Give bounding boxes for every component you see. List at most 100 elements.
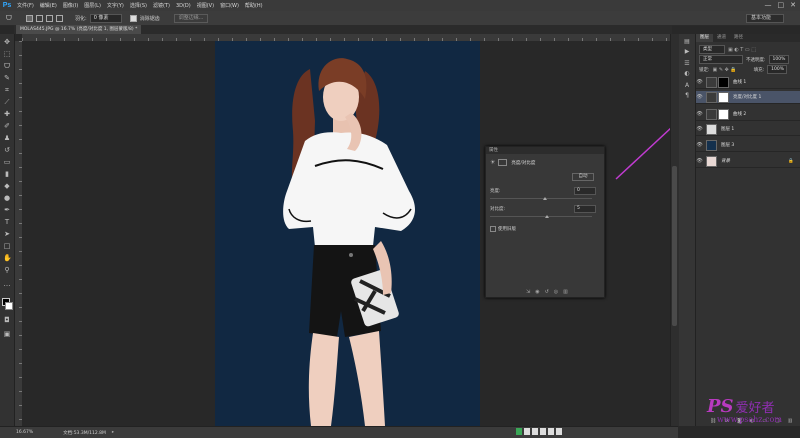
- legacy-checkbox[interactable]: [490, 226, 496, 232]
- menu-help[interactable]: 帮助(H): [242, 2, 266, 9]
- paragraph-panel-icon[interactable]: ¶: [683, 92, 691, 99]
- layer-row[interactable]: 👁 亮度/对比度 1: [696, 91, 800, 104]
- new-selection-icon[interactable]: [26, 14, 33, 22]
- background-color-swatch[interactable]: [5, 302, 13, 310]
- tray-icon[interactable]: [540, 428, 546, 435]
- document-image[interactable]: [215, 41, 480, 426]
- quick-select-tool-icon[interactable]: ✎: [3, 74, 11, 82]
- screen-mode-icon[interactable]: ▣: [3, 330, 11, 338]
- menu-file[interactable]: 文件(F): [14, 2, 37, 9]
- tray-icon[interactable]: [556, 428, 562, 435]
- zoom-level[interactable]: 16.67%: [16, 430, 33, 435]
- opacity-input[interactable]: 100%: [768, 55, 789, 64]
- reset-icon[interactable]: ↺: [545, 289, 549, 295]
- adjustments-panel-icon[interactable]: ◐: [683, 70, 691, 77]
- eyedropper-tool-icon[interactable]: ⟋: [3, 98, 11, 106]
- status-menu-arrow-icon[interactable]: ▸: [112, 430, 114, 435]
- subtract-selection-icon[interactable]: [46, 14, 53, 22]
- link-layers-icon[interactable]: ⛓: [710, 418, 716, 424]
- auto-button[interactable]: 自动: [572, 173, 594, 181]
- close-button[interactable]: ✕: [790, 1, 796, 9]
- intersect-selection-icon[interactable]: [56, 14, 63, 22]
- blur-tool-icon[interactable]: ◆: [3, 182, 11, 190]
- crop-tool-icon[interactable]: ⌗: [3, 86, 11, 94]
- character-panel-icon[interactable]: A: [683, 82, 691, 89]
- edit-toolbar-icon[interactable]: …: [3, 280, 11, 288]
- tab-paths[interactable]: 路径: [730, 34, 747, 42]
- brightness-slider-handle[interactable]: [543, 197, 547, 200]
- path-selection-tool-icon[interactable]: ➤: [3, 230, 11, 238]
- lasso-tool-button-icon[interactable]: ᗜ: [3, 62, 11, 70]
- pen-tool-icon[interactable]: ✒: [3, 206, 11, 214]
- healing-brush-tool-icon[interactable]: ✚: [3, 110, 11, 118]
- delete-layer-icon[interactable]: ▥: [788, 418, 793, 424]
- actions-panel-icon[interactable]: ▶: [683, 48, 691, 55]
- layer-row[interactable]: 👁 曲线 2: [696, 108, 800, 121]
- eye-icon[interactable]: 👁: [696, 126, 703, 132]
- clone-stamp-tool-icon[interactable]: ♟: [3, 134, 11, 142]
- workspace-select[interactable]: 基本功能: [746, 14, 784, 23]
- tray-icon[interactable]: [548, 428, 554, 435]
- eye-icon[interactable]: 👁: [696, 111, 703, 117]
- properties-title[interactable]: 属性: [486, 147, 604, 154]
- layer-row[interactable]: 👁 曲线 1: [696, 76, 800, 89]
- scrollbar-thumb[interactable]: [672, 166, 677, 326]
- maximize-button[interactable]: □: [778, 1, 785, 9]
- eye-icon[interactable]: 👁: [696, 94, 703, 100]
- layer-kind-select[interactable]: 类型: [699, 45, 725, 54]
- antialias-checkbox[interactable]: [129, 14, 137, 22]
- brightness-value[interactable]: 0: [574, 187, 596, 195]
- eye-icon[interactable]: 👁: [696, 158, 703, 164]
- filter-icons[interactable]: ▣ ◐ T ▭ ⬚: [728, 47, 756, 53]
- menu-3d[interactable]: 3D(D): [173, 3, 194, 9]
- layer-row[interactable]: 👁 图层 1: [696, 123, 800, 136]
- eraser-tool-icon[interactable]: ▭: [3, 158, 11, 166]
- layer-mask-thumbnail[interactable]: [718, 76, 729, 88]
- clip-to-layer-icon[interactable]: ⇲: [526, 289, 530, 295]
- view-previous-icon[interactable]: ◉: [535, 289, 539, 295]
- menu-window[interactable]: 窗口(W): [217, 2, 242, 9]
- brush-tool-icon[interactable]: ✐: [3, 122, 11, 130]
- quick-mask-icon[interactable]: ◘: [3, 316, 11, 324]
- feather-input[interactable]: 0 像素: [89, 13, 122, 23]
- document-tab[interactable]: MOLAS445.JPG @ 16.7% (亮度/对比度 1, 图层蒙版/8) …: [16, 25, 142, 34]
- brightness-slider[interactable]: [490, 198, 592, 199]
- minimize-button[interactable]: —: [765, 1, 772, 9]
- eye-icon[interactable]: 👁: [696, 142, 703, 148]
- menu-edit[interactable]: 编辑(E): [37, 2, 60, 9]
- marquee-tool-icon[interactable]: ⬚: [3, 50, 11, 58]
- menu-image[interactable]: 图像(I): [60, 2, 81, 9]
- properties-panel-icon[interactable]: ☰: [683, 60, 691, 67]
- menu-type[interactable]: 文字(Y): [104, 2, 127, 9]
- blend-mode-select[interactable]: 正常: [699, 55, 743, 64]
- lasso-tool-icon[interactable]: ᗜ: [6, 14, 16, 23]
- tray-icon[interactable]: [532, 428, 538, 435]
- layer-mask-thumbnail[interactable]: [718, 108, 729, 120]
- tab-channels[interactable]: 通道: [713, 34, 730, 42]
- tray-icon[interactable]: [524, 428, 530, 435]
- dodge-tool-icon[interactable]: ●: [3, 194, 11, 202]
- refine-edge-button[interactable]: 调整边缘...: [173, 13, 209, 23]
- gradient-tool-icon[interactable]: ▮: [3, 170, 11, 178]
- vertical-scrollbar[interactable]: [670, 34, 679, 426]
- zoom-tool-icon[interactable]: ⚲: [3, 266, 11, 274]
- add-selection-icon[interactable]: [36, 14, 43, 22]
- layer-mask-thumbnail[interactable]: [718, 91, 729, 103]
- eye-icon[interactable]: 👁: [696, 79, 703, 85]
- hand-tool-icon[interactable]: ✋: [3, 254, 12, 262]
- history-panel-icon[interactable]: ▤: [683, 38, 691, 45]
- menu-view[interactable]: 视图(V): [194, 2, 217, 9]
- lock-icons[interactable]: ▣ ✎ ✥ 🔒: [713, 67, 737, 73]
- contrast-slider[interactable]: [490, 216, 592, 217]
- menu-layer[interactable]: 图层(L): [81, 2, 104, 9]
- fill-input[interactable]: 100%: [767, 65, 788, 74]
- type-tool-icon[interactable]: T: [3, 218, 11, 226]
- tray-icon[interactable]: [516, 428, 522, 435]
- history-brush-tool-icon[interactable]: ↺: [3, 146, 11, 154]
- menu-select[interactable]: 选择(S): [127, 2, 150, 9]
- menu-filter[interactable]: 滤镜(T): [150, 2, 173, 9]
- rectangle-tool-icon[interactable]: □: [3, 242, 11, 250]
- move-tool-icon[interactable]: ✥: [3, 38, 11, 46]
- delete-icon[interactable]: ▥: [563, 289, 568, 295]
- contrast-value[interactable]: 5: [574, 205, 596, 213]
